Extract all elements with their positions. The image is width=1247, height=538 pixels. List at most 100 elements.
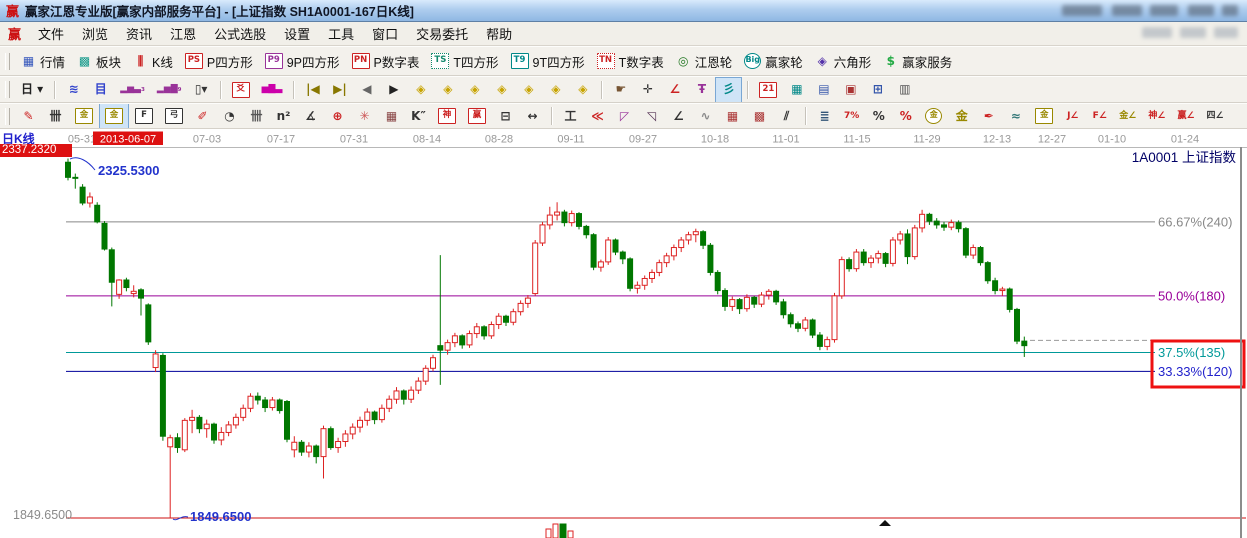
menu-settings[interactable]: 设置 — [275, 21, 319, 46]
p-number-table-button[interactable]: PNP数字表 — [346, 48, 426, 74]
fan-lines-tool[interactable]: ≪ — [584, 103, 611, 129]
n2-grid-tool[interactable]: n² — [270, 103, 297, 129]
tb4-grip[interactable] — [5, 108, 10, 125]
p-square-button[interactable]: PSP四方形 — [179, 48, 259, 74]
menu-tools[interactable]: 工具 — [319, 21, 363, 46]
expand-all-diamond-button[interactable]: ◈ — [542, 77, 569, 103]
grid-block-tool[interactable]: ▦ — [719, 103, 746, 129]
percent-slash-tool[interactable]: 7% — [838, 103, 865, 129]
menu-trade-entrust[interactable]: 交易委托 — [407, 21, 477, 46]
t-number-table-button[interactable]: TNT数字表 — [591, 48, 670, 74]
sectors-button[interactable]: ▩板块 — [71, 48, 127, 74]
shrink-right-diamond-button[interactable]: ◈ — [434, 77, 461, 103]
brush-tool[interactable]: ✐ — [189, 103, 216, 129]
menu-news[interactable]: 资讯 — [117, 21, 161, 46]
gold-line-tool[interactable]: 金 — [948, 103, 975, 129]
zigzag-wave-tool[interactable]: ∿ — [692, 103, 719, 129]
angle-ruler-tool[interactable]: ∡ — [297, 103, 324, 129]
f-angle-tool[interactable]: F∠ — [1086, 103, 1113, 129]
fan-box-tool[interactable]: ◸ — [611, 103, 638, 129]
ying-grid-tool[interactable]: 赢 — [462, 103, 492, 129]
info-note-icon[interactable]: 目 — [87, 77, 114, 103]
percent-line-tool[interactable]: % — [892, 103, 919, 129]
gann-wheel-button[interactable]: ◎江恩轮 — [670, 48, 739, 74]
hash-grid-tool[interactable]: 卌 — [243, 103, 270, 129]
child-window-icon[interactable]: 赢 — [8, 24, 21, 43]
mountain-3-icon[interactable]: ▂▅▃₃ — [114, 77, 151, 103]
next-bar-button[interactable]: ▶ — [380, 77, 407, 103]
draw-lines-tool[interactable]: 彡 — [715, 77, 742, 103]
ruler-123-tool[interactable]: ⊟ — [492, 103, 519, 129]
ink-brush-tool[interactable]: ✒ — [975, 103, 1002, 129]
last-bar-button[interactable]: ▶| — [326, 77, 353, 103]
k-prime-tool[interactable]: K″ — [405, 103, 432, 129]
mountain-9-icon[interactable]: ▂▅▇₉ — [151, 77, 188, 103]
9t-square-button[interactable]: T99T四方形 — [505, 48, 591, 74]
t-square-button[interactable]: TST四方形 — [425, 48, 504, 74]
notepad-button[interactable]: ▤ — [810, 77, 837, 103]
shen-grid-tool[interactable]: 神 — [432, 103, 462, 129]
tb3-grip[interactable] — [5, 81, 10, 98]
angle-measure-tool[interactable]: ∠ — [661, 77, 688, 103]
calendar-button[interactable]: 21 — [753, 77, 783, 103]
fan-box-dark-tool[interactable]: ◹ — [638, 103, 665, 129]
si-angle-tool[interactable]: 四∠ — [1201, 103, 1230, 129]
menu-gann[interactable]: 江恩 — [161, 21, 205, 46]
grid-tool[interactable]: 卌 — [42, 103, 69, 129]
candle-style-dropdown[interactable]: ▯▾ — [188, 77, 215, 103]
percent-tool[interactable]: % — [865, 103, 892, 129]
gold-box-2-tool[interactable]: 金 — [1029, 103, 1059, 129]
gold-circle-tool[interactable]: 金 — [919, 103, 948, 129]
gold-grid-2-tool[interactable]: 金 — [99, 103, 129, 129]
menu-formula-stock-pick[interactable]: 公式选股 — [205, 21, 275, 46]
prev-bar-button[interactable]: ◀ — [353, 77, 380, 103]
first-bar-button[interactable]: |◀ — [299, 77, 326, 103]
scale-ruler-tool[interactable]: ≣ — [811, 103, 838, 129]
menu-help[interactable]: 帮助 — [477, 21, 521, 46]
zigzag-icon[interactable]: ≋ — [60, 77, 87, 103]
shrink-left-diamond-button[interactable]: ◈ — [407, 77, 434, 103]
gann-tool[interactable]: Ŧ — [688, 77, 715, 103]
j-angle-tool[interactable]: J∠ — [1059, 103, 1086, 129]
candlestick-chart-pane[interactable]: 日K线 2337.2320 1A0001 上证指数 1849.6500 05-3… — [0, 129, 1247, 538]
web-square-tool[interactable]: ▦ — [378, 103, 405, 129]
candlestick-chart[interactable]: 05-312013-06-0707-0307-1707-3108-1408-28… — [0, 129, 1247, 538]
winner-service-button[interactable]: $赢家服务 — [877, 48, 958, 74]
clock-grid-tool[interactable]: ◔ — [216, 103, 243, 129]
zoom-in-diamond-button[interactable]: ◈ — [488, 77, 515, 103]
spiderweb-tool[interactable]: ✳ — [351, 103, 378, 129]
winner-wheel-button[interactable]: Big赢家轮 — [738, 48, 809, 74]
gold-grid-tool[interactable]: 金 — [69, 103, 99, 129]
compass-target-tool[interactable]: ⊕ — [324, 103, 351, 129]
calculator-button[interactable]: ▦ — [783, 77, 810, 103]
ying-angle-tool[interactable]: 赢∠ — [1171, 103, 1200, 129]
menu-window[interactable]: 窗口 — [363, 21, 407, 46]
gann-box-tool[interactable]: 工 — [557, 103, 584, 129]
9p-square-button[interactable]: P99P四方形 — [259, 48, 346, 74]
grid-block-2-tool[interactable]: ▩ — [746, 103, 773, 129]
chip-distribution-icon[interactable]: 爻 — [226, 77, 256, 103]
wave-channel-tool[interactable]: ≈ — [1002, 103, 1029, 129]
save-button[interactable]: ▣ — [837, 77, 864, 103]
shen-angle-tool[interactable]: 神∠ — [1142, 103, 1171, 129]
export-chart-button[interactable]: ⊞ — [864, 77, 891, 103]
f-grid-tool[interactable]: F — [129, 103, 159, 129]
menu-file[interactable]: 文件 — [29, 21, 73, 46]
menu-browse[interactable]: 浏览 — [73, 21, 117, 46]
gold-angle-tool[interactable]: 金∠ — [1113, 103, 1142, 129]
parallel-lines-tool[interactable]: ⫽ — [773, 103, 800, 129]
bow-grid-tool[interactable]: 弓 — [159, 103, 189, 129]
expand-horizontal-diamond-button[interactable]: ◈ — [461, 77, 488, 103]
print-button[interactable]: ▥ — [891, 77, 918, 103]
quotes-button[interactable]: ▦行情 — [15, 48, 71, 74]
period-dropdown[interactable]: 日 ▾ — [15, 77, 49, 103]
trend-line-tool[interactable]: ∠ — [665, 103, 692, 129]
histogram-icon[interactable]: ▅▇▃ — [256, 77, 289, 103]
crosshair-tool[interactable]: ✛ — [634, 77, 661, 103]
zoom-out-diamond-button[interactable]: ◈ — [515, 77, 542, 103]
hand-pan-tool[interactable]: ☛ — [607, 77, 634, 103]
pencil-tool[interactable]: ✎ — [15, 103, 42, 129]
width-measure-tool[interactable]: ↔ — [519, 103, 546, 129]
hexagon-button[interactable]: ◈六角形 — [809, 48, 878, 74]
kline-button[interactable]: ⫼K线 — [127, 48, 179, 74]
